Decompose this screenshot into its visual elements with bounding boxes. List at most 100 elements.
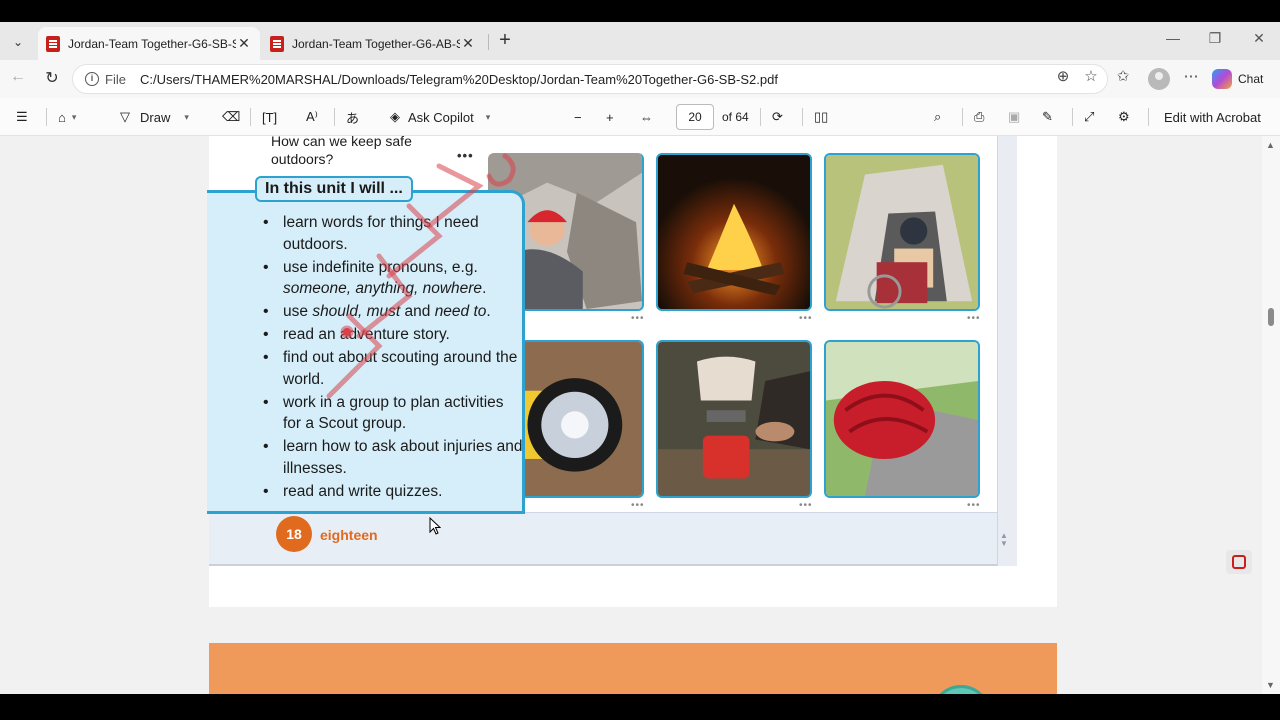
toolbar-divider [1072, 108, 1073, 126]
pdf-toolbar: ☰ ⌂ ▾ ▽ Draw ▾ ⌫ [T] A⁾ あ ◈ Ask Copilot ▾ − +… [0, 98, 1280, 136]
copilot-outline-icon: ◈ [390, 109, 400, 124]
page-total-label: of 64 [722, 110, 749, 124]
pen-icon: ▽ [120, 109, 130, 124]
tab-divider [488, 34, 489, 50]
chat-label: Chat [1238, 72, 1264, 86]
list-item: learn how to ask about injuries and illn… [261, 436, 523, 479]
pdf-file-icon [270, 35, 284, 52]
scrollbar-thumb[interactable] [1268, 308, 1274, 326]
navigation-bar: ← ↻ i File C:/Users/THAMER%20MARSHAL/Dow… [0, 60, 1280, 98]
rotate-icon[interactable]: ⟳ [772, 107, 783, 127]
toolbar-divider [46, 108, 47, 126]
photo-sleeping-bag [824, 340, 980, 498]
profile-avatar[interactable] [1148, 68, 1170, 90]
next-pdf-page [209, 643, 1057, 694]
toolbar-divider [250, 108, 251, 126]
highlighter-icon: ⌂ [58, 109, 66, 125]
pdf-viewer[interactable]: ▲ ▼ How can we keep safe outdoors? ••• ••… [0, 136, 1262, 694]
translate-icon[interactable]: あ [346, 107, 359, 127]
address-bar[interactable]: i File C:/Users/THAMER%20MARSHAL/Downloa… [72, 64, 1108, 94]
settings-gear-icon[interactable]: ⚙ [1118, 107, 1130, 127]
list-item: find out about scouting around the world… [261, 347, 523, 390]
ask-copilot-button[interactable]: ◈ Ask Copilot ▾ [390, 107, 490, 127]
search-icon[interactable]: ⌕ [934, 107, 941, 127]
favorite-star-icon[interactable]: ☆ [1080, 66, 1102, 88]
pdf-page: ▲ ▼ How can we keep safe outdoors? ••• ••… [207, 136, 1057, 607]
highlight-button[interactable]: ⌂ ▾ [58, 107, 76, 127]
read-aloud-icon[interactable]: A⁾ [306, 107, 318, 127]
mouse-cursor-icon [429, 517, 441, 535]
url-scheme-label: File [105, 71, 126, 87]
new-tab-plus-icon[interactable]: + [494, 30, 516, 52]
copilot-chat-button[interactable]: Chat [1212, 65, 1274, 93]
tab-strip: ⌄ Jordan-Team Together-G6-SB-S2.pdf ✕ Jo… [0, 22, 1280, 60]
more-options-icon[interactable]: ⋯ [1180, 66, 1202, 88]
list-item: learn words for things I need outdoors. [261, 212, 523, 255]
tab-ab-pdf[interactable]: Jordan-Team Together-G6-AB-S2.pdf ✕ [262, 27, 484, 60]
zoom-out-icon[interactable]: − [574, 107, 582, 127]
scroll-down-arrow-icon[interactable]: ▼ [1266, 680, 1275, 690]
list-item: read an adventure story. [261, 324, 523, 346]
tab-sb-pdf[interactable]: Jordan-Team Together-G6-SB-S2.pdf ✕ [38, 27, 260, 60]
page-number-word: eighteen [320, 527, 378, 543]
refresh-icon[interactable]: ↻ [40, 68, 64, 90]
vertical-scrollbar[interactable]: ▲ ▼ [1262, 136, 1280, 694]
copilot-icon [1212, 69, 1232, 89]
zoom-in-icon[interactable]: + [606, 107, 614, 127]
restore-icon[interactable]: ❐ [1200, 30, 1230, 52]
page-view-icon[interactable]: ▯▯ [814, 107, 828, 127]
chevron-down-icon[interactable]: ▾ [72, 112, 77, 123]
url-text[interactable]: C:/Users/THAMER%20MARSHAL/Downloads/Tele… [140, 72, 1095, 87]
toolbar-divider [1148, 108, 1149, 126]
unit-heading: In this unit I will ... [255, 176, 413, 202]
draw-label: Draw [140, 109, 171, 125]
list-item: use indefinite pronouns, e.g. someone, a… [261, 257, 523, 300]
unit-badge-icon [931, 685, 991, 694]
textbook-spread-image: ▲ ▼ How can we keep safe outdoors? ••• ••… [207, 136, 1017, 566]
acrobat-floating-icon[interactable] [1226, 550, 1252, 574]
fit-width-icon[interactable]: ⇔ [640, 107, 653, 127]
close-icon[interactable]: ✕ [460, 35, 476, 52]
tab-title: Jordan-Team Together-G6-SB-S2.pdf [68, 36, 236, 51]
screen: ⌄ Jordan-Team Together-G6-SB-S2.pdf ✕ Jo… [0, 0, 1280, 720]
close-icon[interactable]: ✕ [236, 35, 252, 52]
toolbar-divider [760, 108, 761, 126]
contents-list-icon[interactable]: ☰ [16, 107, 28, 127]
chevron-down-icon[interactable]: ▾ [184, 112, 189, 123]
more-dots-icon: ••• [457, 148, 474, 163]
scroll-up-arrow-icon[interactable]: ▲ [1266, 140, 1275, 150]
print-icon[interactable]: ⎙ [974, 107, 984, 127]
photo-campfire [656, 153, 812, 311]
draw-button[interactable]: ▽ Draw ▾ [120, 107, 189, 127]
list-item: work in a group to plan activities for a… [261, 392, 523, 435]
list-item: read and write quizzes. [261, 481, 523, 503]
toolbar-divider [802, 108, 803, 126]
text-box-icon[interactable]: [T] [262, 107, 277, 127]
back-arrow-icon[interactable]: ← [6, 68, 30, 90]
unit-question: How can we keep safe outdoors? [271, 136, 412, 167]
page-number-input[interactable]: 20 [676, 104, 714, 130]
pdf-file-icon [46, 35, 60, 52]
photo-tent [824, 153, 980, 311]
browser-window: ⌄ Jordan-Team Together-G6-SB-S2.pdf ✕ Jo… [0, 22, 1280, 694]
edit-with-acrobat-button[interactable]: Edit with Acrobat [1164, 107, 1261, 127]
tab-actions-chevron-icon[interactable]: ⌄ [6, 30, 30, 54]
minimize-icon[interactable]: — [1158, 30, 1188, 52]
favorites-collection-icon[interactable]: ✩ [1112, 66, 1134, 88]
embedded-scroll-arrows: ▲ ▼ [1000, 531, 1008, 548]
chevron-down-icon[interactable]: ▾ [486, 112, 491, 123]
fullscreen-icon[interactable]: ⤢ [1084, 107, 1094, 127]
save-icon[interactable]: ▣ [1008, 107, 1020, 127]
photo-camping-stove [656, 340, 812, 498]
tab-title: Jordan-Team Together-G6-AB-S2.pdf [292, 36, 460, 51]
zoom-icon[interactable]: ⊕ [1052, 66, 1074, 88]
window-close-icon[interactable]: ✕ [1244, 30, 1274, 52]
eraser-icon[interactable]: ⌫ [222, 107, 240, 127]
ask-copilot-label: Ask Copilot [408, 109, 474, 125]
spread-edge [997, 136, 1017, 566]
unit-goals-list: learn words for things I need outdoors. … [261, 212, 523, 504]
save-as-icon[interactable]: ✎ [1042, 107, 1053, 127]
page-number-badge: 18 [276, 516, 312, 552]
info-icon[interactable]: i [85, 72, 99, 86]
toolbar-divider [962, 108, 963, 126]
